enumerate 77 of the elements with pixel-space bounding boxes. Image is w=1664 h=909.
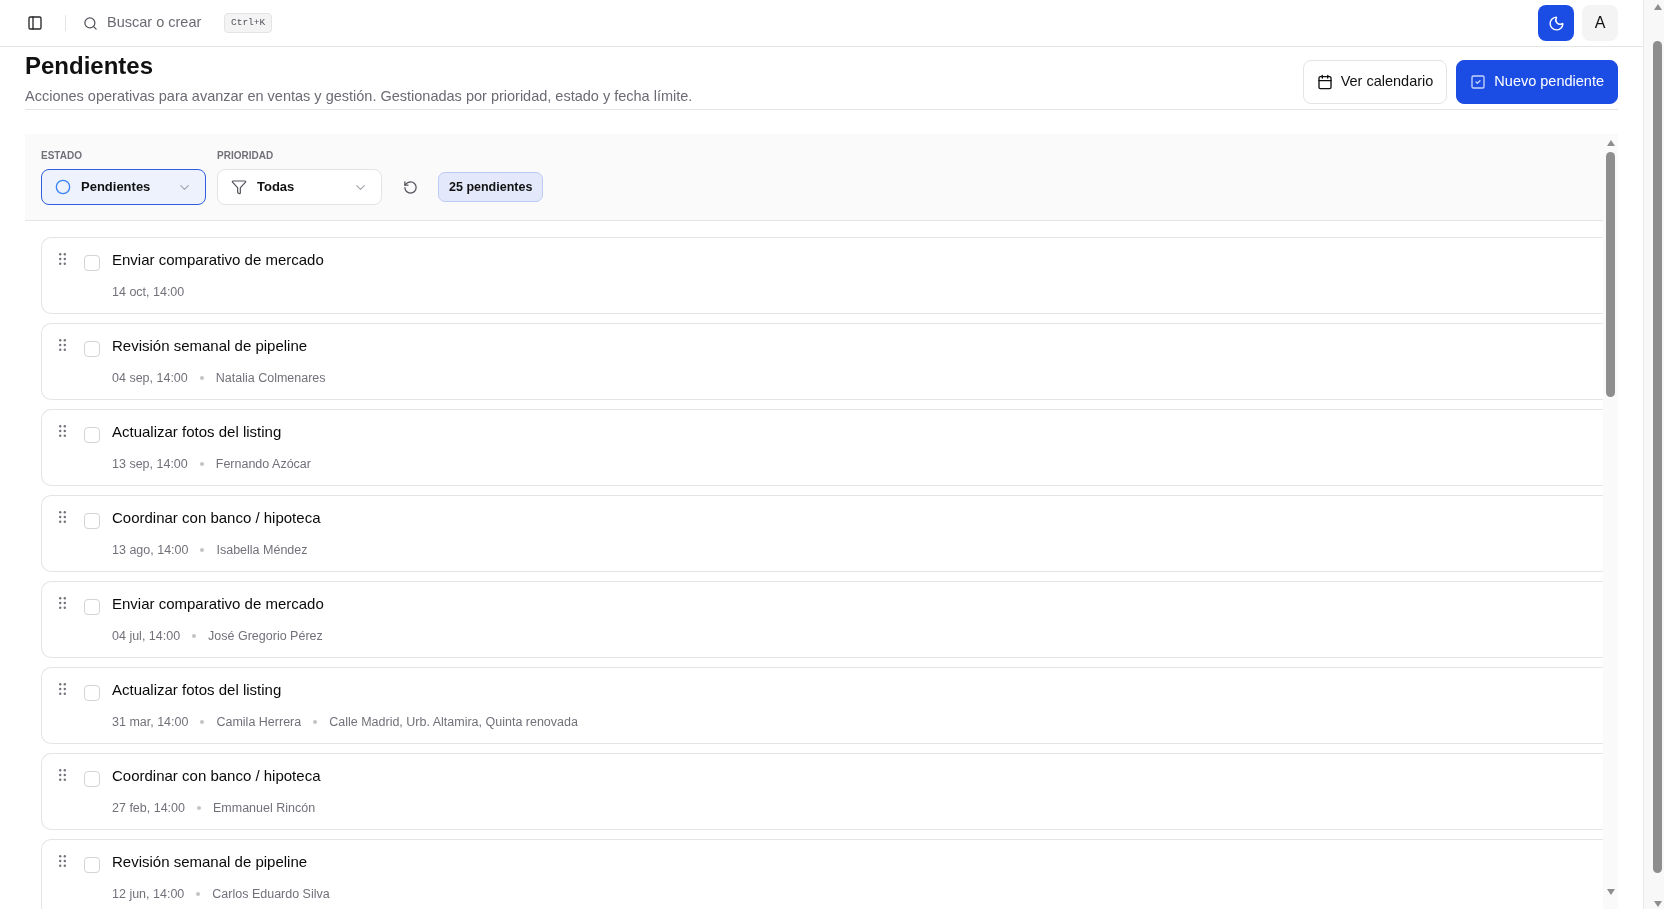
checkbox[interactable] xyxy=(84,341,100,357)
scroll-down-icon[interactable] xyxy=(1606,889,1615,895)
scrollbar-thumb[interactable] xyxy=(1606,152,1615,397)
filter-label: PRIORIDAD xyxy=(217,150,275,162)
funnel-icon xyxy=(231,179,247,195)
drag-handle-icon[interactable] xyxy=(59,855,66,867)
task-title: Revisión semanal de pipeline xyxy=(112,336,309,356)
page-subtitle: Acciones operativas para avanzar en ventas y gestión. Gestionadas por prioridad, estado y fecha límite. xyxy=(25,87,693,106)
drag-handle-icon[interactable] xyxy=(59,597,66,609)
user-avatar[interactable]: A xyxy=(1582,5,1618,41)
task-assignee: Emmanuel Rincón xyxy=(213,800,316,816)
task-date: 13 sep, 14:00 xyxy=(112,456,188,472)
task-assignee: Carlos Eduardo Silva xyxy=(212,886,330,902)
task-title: Enviar comparativo de mercado xyxy=(112,250,324,270)
filter-label: ESTADO xyxy=(41,150,83,162)
task-card[interactable]: Coordinar con banco / hipoteca 13 ago, 14:00 Isabella Méndez xyxy=(41,495,1603,572)
checkbox[interactable] xyxy=(84,513,100,529)
drag-handle-icon[interactable] xyxy=(59,769,66,781)
drag-handle-icon[interactable] xyxy=(59,253,66,265)
drag-handle-icon[interactable] xyxy=(59,425,66,437)
status-select[interactable]: Pendientes xyxy=(41,169,206,205)
drag-handle-icon[interactable] xyxy=(59,683,66,695)
task-date: 04 jul, 14:00 xyxy=(112,628,181,644)
task-title: Actualizar fotos del listing xyxy=(112,680,283,700)
task-title: Coordinar con banco / hipoteca xyxy=(112,766,321,786)
task-date: 27 feb, 14:00 xyxy=(112,800,185,816)
checkbox[interactable] xyxy=(84,427,100,443)
calendar-icon xyxy=(1316,74,1333,90)
checkbox[interactable] xyxy=(84,771,100,787)
scrollbar-thumb[interactable] xyxy=(1653,41,1662,873)
scroll-down-icon[interactable] xyxy=(1653,901,1662,907)
task-title: Actualizar fotos del listing xyxy=(112,422,283,442)
task-date: 14 oct, 14:00 xyxy=(112,284,185,300)
task-assignee: Camila Herrera xyxy=(216,714,302,730)
task-assignee: Natalia Colmenares xyxy=(215,370,326,386)
count-badge: 25 pendientes xyxy=(438,172,544,202)
task-assignee: Fernando Azócar xyxy=(215,456,311,472)
task-card[interactable]: Enviar comparativo de mercado 14 oct, 14:00 xyxy=(41,237,1603,314)
priority-select[interactable]: Todas xyxy=(217,169,382,205)
task-title: Coordinar con banco / hipoteca xyxy=(112,508,321,528)
refresh-icon[interactable] xyxy=(403,179,418,195)
list-scrollbar[interactable] xyxy=(1603,134,1618,909)
drag-handle-icon[interactable] xyxy=(59,339,66,351)
scroll-up-icon[interactable] xyxy=(1653,4,1662,10)
task-card[interactable]: Enviar comparativo de mercado 04 jul, 14:00 José Gregorio Pérez xyxy=(41,581,1603,658)
sidebar-toggle-icon[interactable] xyxy=(27,15,43,31)
checkbox-icon xyxy=(1470,74,1487,90)
checkbox[interactable] xyxy=(84,857,100,873)
task-title: Enviar comparativo de mercado xyxy=(112,594,324,614)
task-card[interactable]: Actualizar fotos del listing 13 sep, 14:00 Fernando Azócar xyxy=(41,409,1603,486)
page-scrollbar[interactable] xyxy=(1643,0,1664,909)
task-card[interactable]: Revisión semanal de pipeline 04 sep, 14:00 Natalia Colmenares xyxy=(41,323,1603,400)
task-date: 13 ago, 14:00 xyxy=(112,542,189,558)
task-assignee: José Gregorio Pérez xyxy=(208,628,323,644)
search-icon xyxy=(83,15,98,31)
search-field[interactable]: Buscar o crear xyxy=(107,12,211,34)
task-date: 12 jun, 14:00 xyxy=(112,886,185,902)
task-date: 04 sep, 14:00 xyxy=(112,370,188,386)
circle-icon xyxy=(55,179,71,195)
page-title: Pendientes xyxy=(25,52,155,80)
checkbox[interactable] xyxy=(84,685,100,701)
task-card[interactable]: Coordinar con banco / hipoteca 27 feb, 14:00 Emmanuel Rincón xyxy=(41,753,1603,830)
checkbox[interactable] xyxy=(84,599,100,615)
shortcut-key: Ctrl+K xyxy=(224,13,273,33)
new-task-button[interactable]: Nuevo pendiente xyxy=(1456,60,1618,104)
task-property: Calle Madrid, Urb. Altamira, Quinta renovada xyxy=(329,714,578,730)
task-card[interactable]: Revisión semanal de pipeline 12 jun, 14:00 Carlos Eduardo Silva xyxy=(41,839,1603,909)
task-title: Revisión semanal de pipeline xyxy=(112,852,309,872)
scroll-up-icon[interactable] xyxy=(1606,140,1615,146)
moon-icon xyxy=(1547,14,1565,32)
task-assignee: Isabella Méndez xyxy=(216,542,308,558)
checkbox[interactable] xyxy=(84,255,100,271)
drag-handle-icon[interactable] xyxy=(59,511,66,523)
task-card[interactable]: Actualizar fotos del listing 31 mar, 14:00 Camila Herrera Calle Madrid, Urb. Altamira, Quinta renovada xyxy=(41,667,1603,744)
task-date: 31 mar, 14:00 xyxy=(112,714,189,730)
theme-toggle-button[interactable] xyxy=(1538,5,1574,41)
view-calendar-button[interactable]: Ver calendario xyxy=(1302,60,1448,104)
